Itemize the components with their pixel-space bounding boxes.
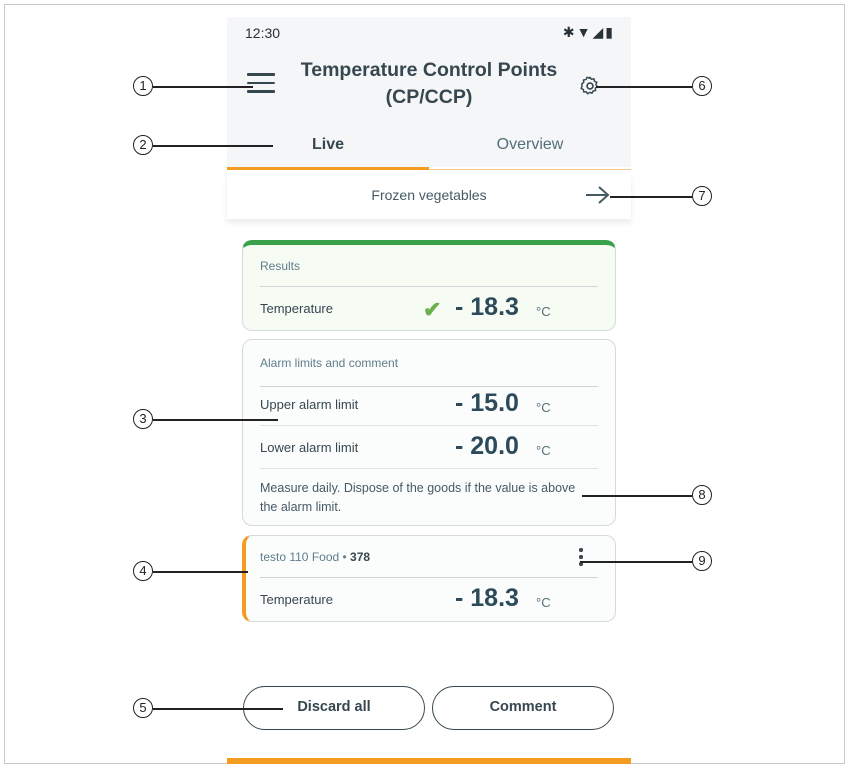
tab-overview[interactable]: Overview: [429, 130, 631, 170]
callout-9: 9: [692, 551, 712, 571]
battery-icon: ▮: [605, 24, 615, 40]
bluetooth-icon: ✱: [562, 24, 577, 40]
bottom-accent-bar: [227, 758, 631, 764]
alarm-header: Alarm limits and comment: [260, 340, 598, 387]
callout-8: 8: [692, 485, 712, 505]
leader-line-6: [596, 86, 692, 88]
row-label: Temperature: [260, 301, 333, 316]
status-bar: 12:30 ✱▼◢▮: [245, 24, 615, 43]
device-serial: 378: [350, 550, 371, 564]
callout-5: 5: [133, 698, 153, 718]
tab-live[interactable]: Live: [227, 130, 429, 170]
arrow-right-icon[interactable]: [583, 184, 611, 206]
leader-line-2: [153, 145, 273, 147]
check-icon: ✔: [423, 297, 442, 322]
callout-4: 4: [133, 561, 153, 581]
leader-line-8: [582, 495, 692, 497]
callout-6: 6: [692, 76, 712, 96]
lower-alarm-row: Lower alarm limit - 20.0 °C: [260, 426, 598, 469]
temperature-value: - 18.3: [455, 293, 519, 321]
signal-icon: ◢: [592, 24, 606, 40]
device-header: testo 110 Food • 378: [260, 536, 598, 578]
results-card: Results Temperature ✔ - 18.3 °C: [242, 240, 616, 331]
menu-icon[interactable]: [247, 73, 275, 95]
wifi-icon: ▼: [576, 24, 593, 40]
unit-label: °C: [536, 443, 551, 458]
unit-label: °C: [536, 304, 551, 319]
callout-1: 1: [133, 76, 153, 96]
alarm-card: Alarm limits and comment Upper alarm lim…: [242, 339, 616, 526]
page-title: Temperature Control Points (CP/CCP): [300, 59, 558, 108]
leader-line-3: [153, 419, 278, 421]
results-header: Results: [260, 245, 598, 287]
device-card: testo 110 Food • 378 Temperature - 18.3 …: [242, 535, 616, 622]
leader-line-4: [153, 571, 248, 573]
upper-alarm-row: Upper alarm limit - 15.0 °C: [260, 383, 598, 426]
status-time: 12:30: [245, 25, 281, 41]
tab-bar: Live Overview: [227, 130, 631, 170]
app-bar: 12:30 ✱▼◢▮ Temperature Control Points (C…: [227, 17, 631, 170]
upper-alarm-value: - 15.0: [455, 389, 519, 417]
more-options-icon[interactable]: [579, 548, 585, 568]
lower-alarm-value: - 20.0: [455, 432, 519, 460]
phone-screen: 12:30 ✱▼◢▮ Temperature Control Points (C…: [227, 17, 631, 764]
leader-line-5: [153, 708, 283, 710]
measuring-point-bar[interactable]: Frozen vegetables: [227, 173, 631, 219]
device-separator: •: [339, 550, 351, 564]
comment-text: Measure daily. Dispose of the goods if t…: [260, 481, 576, 514]
device-row-temperature: Temperature - 18.3 °C: [260, 578, 598, 621]
leader-line-7: [610, 196, 692, 198]
results-row-temperature: Temperature ✔ - 18.3 °C: [260, 287, 598, 330]
unit-label: °C: [536, 400, 551, 415]
device-temperature-value: - 18.3: [455, 584, 519, 612]
unit-label: °C: [536, 595, 551, 610]
row-label: Temperature: [260, 592, 333, 607]
callout-7: 7: [692, 186, 712, 206]
comment-button[interactable]: Comment: [432, 686, 614, 730]
callout-2: 2: [133, 135, 153, 155]
callout-3: 3: [133, 409, 153, 429]
measuring-point-name: Frozen vegetables: [371, 187, 487, 203]
leader-line-1: [153, 86, 253, 88]
row-label: Lower alarm limit: [260, 440, 359, 455]
device-name: testo 110 Food: [260, 550, 340, 564]
row-label: Upper alarm limit: [260, 397, 359, 412]
leader-line-9: [580, 561, 692, 563]
status-icons: ✱▼◢▮: [563, 24, 615, 41]
